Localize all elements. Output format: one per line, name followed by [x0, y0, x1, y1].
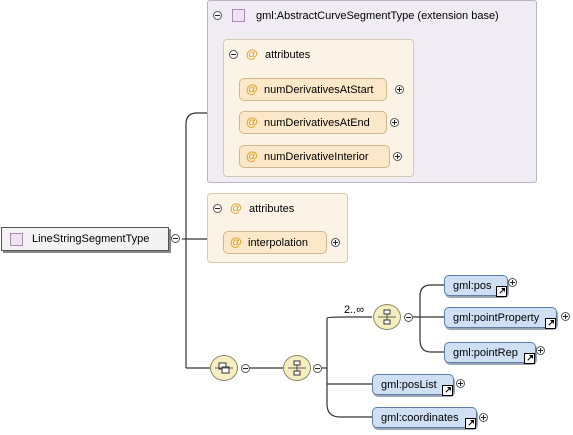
- collapse-icon[interactable]: [213, 204, 222, 213]
- reference-arrow-icon: [524, 353, 535, 364]
- attribute-item[interactable]: @ numDerivativesAtEnd: [239, 111, 387, 134]
- collapse-icon[interactable]: [404, 313, 413, 322]
- root-type-box[interactable]: LineStringSegmentType: [1, 227, 169, 251]
- collapse-icon[interactable]: [241, 364, 250, 373]
- reference-arrow-icon: [496, 286, 507, 297]
- expand-icon[interactable]: [456, 379, 465, 388]
- expand-icon[interactable]: [393, 152, 402, 161]
- reference-arrow-icon: [442, 385, 453, 396]
- at-sign-icon: @: [230, 235, 242, 249]
- element-name: gml:posList: [381, 379, 437, 391]
- extension-title: gml:AbstractCurveSegmentType (extension …: [256, 10, 499, 22]
- attributes-label: attributes: [265, 49, 311, 61]
- type-icon: [10, 233, 23, 246]
- sequence-compositor-icon[interactable]: [210, 355, 238, 381]
- attribute-item[interactable]: @ numDerivativesAtStart: [239, 78, 387, 101]
- attributes-label: attributes: [249, 203, 295, 215]
- at-sign-icon: @: [246, 47, 258, 61]
- root-type-name: LineStringSegmentType: [32, 233, 150, 245]
- extension-base-box: gml:AbstractCurveSegmentType (extension …: [207, 0, 537, 183]
- collapse-icon[interactable]: [313, 364, 322, 373]
- at-sign-icon: @: [246, 82, 258, 96]
- cardinality-label: 2..∞: [344, 304, 365, 316]
- reference-arrow-icon: [545, 318, 556, 329]
- at-sign-icon: @: [246, 149, 258, 163]
- expand-icon[interactable]: [561, 312, 570, 321]
- own-attributes-group: @ attributes @ interpolation: [207, 193, 348, 263]
- expand-icon[interactable]: [395, 85, 404, 94]
- element-name: gml:pos: [453, 280, 492, 292]
- attribute-name: numDerivativeInterior: [264, 151, 369, 163]
- element-box[interactable]: gml:pointRep: [444, 342, 536, 364]
- attribute-name: interpolation: [248, 237, 308, 249]
- element-name: gml:pointRep: [453, 347, 518, 359]
- type-icon: [232, 9, 245, 22]
- collapse-icon[interactable]: [171, 234, 180, 243]
- extension-attributes-group: @ attributes @ numDerivativesAtStart @ n…: [223, 39, 414, 177]
- reference-arrow-icon: [465, 418, 476, 429]
- element-name: gml:coordinates: [381, 412, 459, 424]
- at-sign-icon: @: [230, 201, 242, 215]
- collapse-icon[interactable]: [229, 50, 238, 59]
- element-box[interactable]: gml:posList: [372, 374, 454, 396]
- attribute-item[interactable]: @ numDerivativeInterior: [239, 145, 390, 168]
- element-box[interactable]: gml:pointProperty: [444, 307, 557, 329]
- collapse-icon[interactable]: [213, 11, 222, 20]
- element-name: gml:pointProperty: [453, 312, 540, 324]
- expand-icon[interactable]: [479, 413, 488, 422]
- at-sign-icon: @: [246, 115, 258, 129]
- element-box[interactable]: gml:pos: [444, 275, 508, 297]
- expand-icon[interactable]: [331, 238, 340, 247]
- attribute-item[interactable]: @ interpolation: [223, 231, 327, 254]
- expand-icon[interactable]: [536, 346, 545, 355]
- element-box[interactable]: gml:coordinates: [372, 407, 477, 429]
- attribute-name: numDerivativesAtStart: [264, 84, 374, 96]
- expand-icon[interactable]: [390, 118, 399, 127]
- expand-icon[interactable]: [508, 278, 517, 287]
- attribute-name: numDerivativesAtEnd: [264, 117, 370, 129]
- choice-compositor-icon[interactable]: [373, 304, 401, 330]
- sequence-compositor-icon[interactable]: [283, 355, 311, 381]
